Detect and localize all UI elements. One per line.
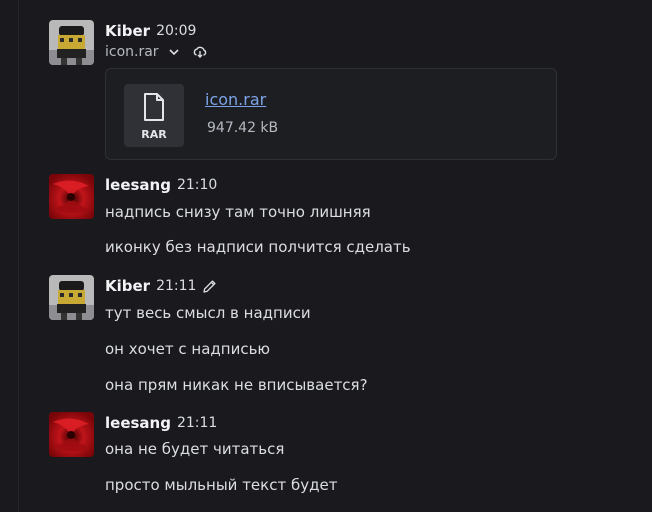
- message-text: просто мыльный текст будет: [105, 476, 338, 494]
- file-name-link[interactable]: icon.rar: [205, 90, 266, 109]
- pencil-icon[interactable]: [202, 279, 217, 294]
- file-label: icon.rar: [105, 44, 159, 60]
- file-thumbnail[interactable]: RAR: [124, 84, 184, 147]
- message-header: leesang 21:11: [105, 412, 217, 434]
- file-label-row: icon.rar: [105, 42, 207, 62]
- avatar[interactable]: [49, 275, 94, 320]
- username[interactable]: Kiber: [105, 277, 150, 295]
- channel-rail: [0, 0, 19, 512]
- avatar[interactable]: [49, 174, 94, 219]
- file-size: 947.42 kB: [207, 120, 279, 136]
- message-text: она прям никак не вписывается?: [105, 376, 368, 394]
- message-header: Kiber 21:11: [105, 275, 217, 297]
- message-text: иконку без надписи полчится сделать: [105, 238, 411, 256]
- username[interactable]: leesang: [105, 414, 171, 432]
- message-header: Kiber 20:09: [105, 20, 196, 42]
- download-cloud-icon[interactable]: [193, 46, 207, 58]
- file-icon: [143, 93, 165, 125]
- username[interactable]: Kiber: [105, 22, 150, 40]
- file-extension: RAR: [141, 128, 167, 141]
- timestamp: 21:10: [176, 177, 218, 193]
- message-header: leesang 21:10: [105, 174, 217, 196]
- timestamp: 20:09: [156, 23, 197, 39]
- message-text: тут весь смысл в надписи: [105, 304, 311, 322]
- timestamp: 21:11: [156, 278, 197, 294]
- file-attachment: RAR icon.rar 947.42 kB: [105, 68, 557, 160]
- chevron-down-icon[interactable]: [169, 48, 179, 56]
- username[interactable]: leesang: [105, 176, 171, 194]
- timestamp: 21:11: [176, 415, 218, 431]
- chat-view: Kiber 20:09 icon.rar RAR icon.rar 947.42…: [0, 0, 652, 512]
- avatar[interactable]: [49, 412, 94, 457]
- message-text: он хочет с надписью: [105, 340, 271, 358]
- message-text: она не будет читаться: [105, 440, 285, 458]
- avatar[interactable]: [49, 20, 94, 65]
- message-text: надпись снизу там точно лишняя: [105, 203, 371, 221]
